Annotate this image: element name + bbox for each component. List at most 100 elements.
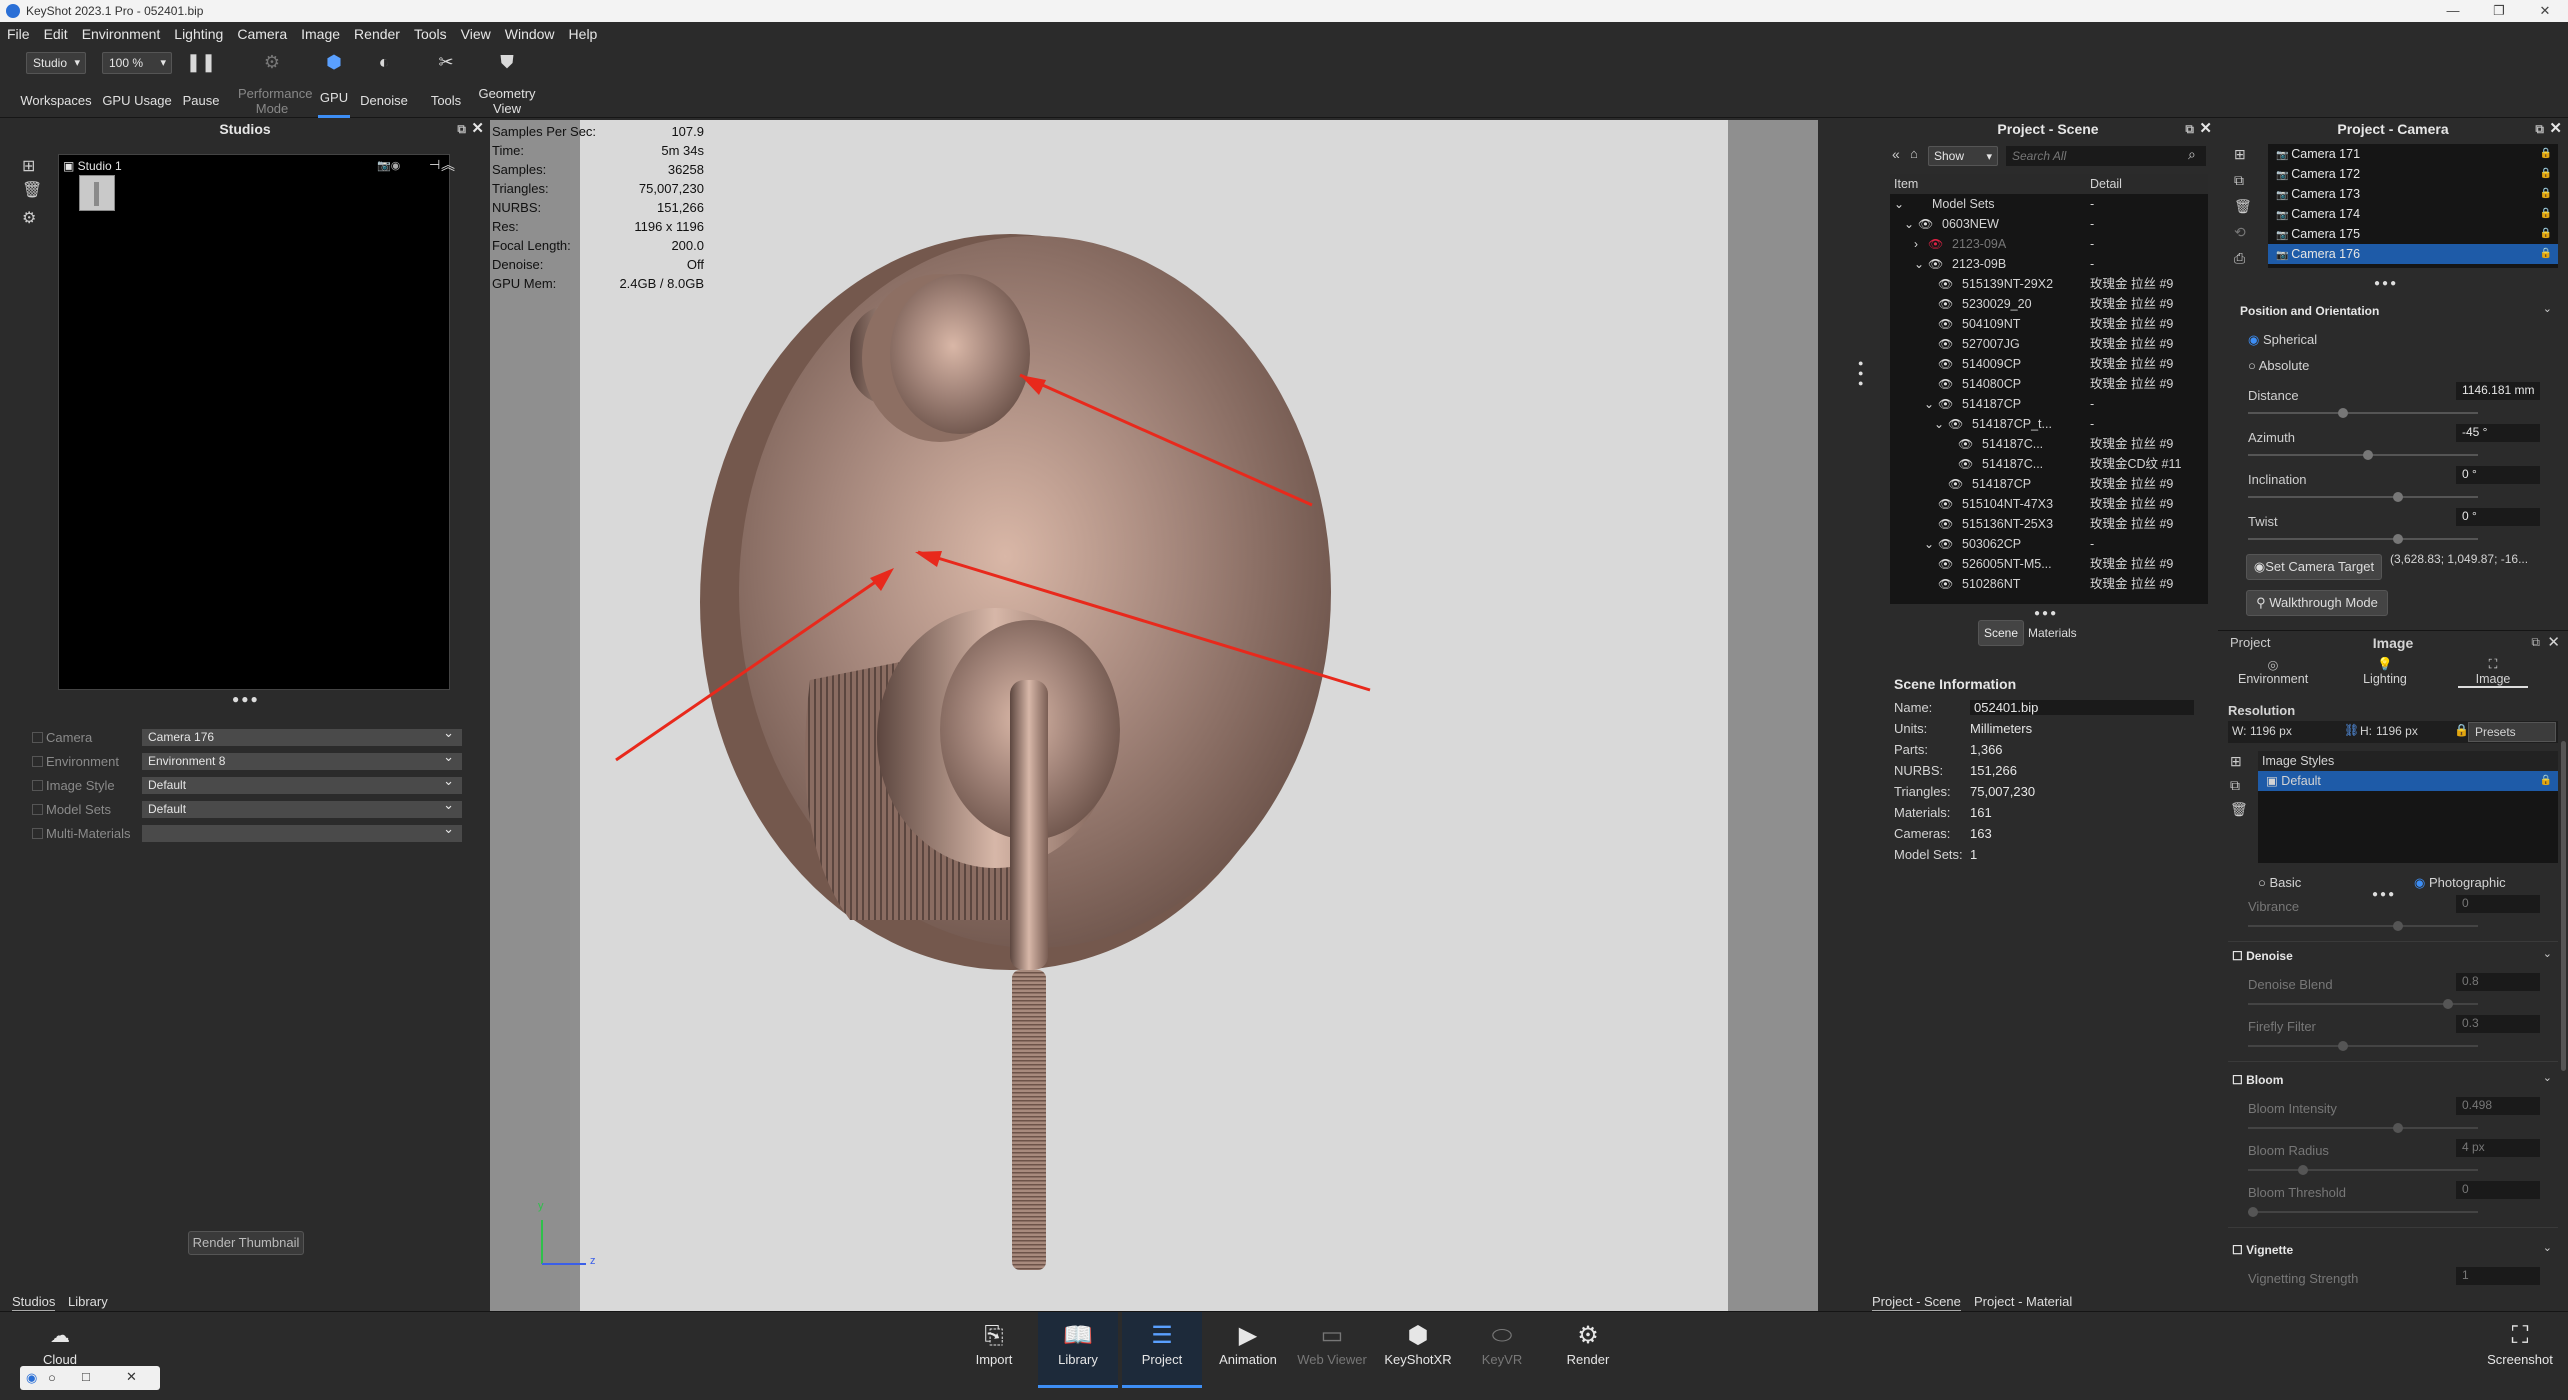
slider-handle[interactable] xyxy=(2393,1123,2403,1133)
visibility-eye-icon[interactable]: 👁 xyxy=(1938,334,1953,354)
bloom-radius-input[interactable]: 4 px xyxy=(2456,1139,2540,1157)
presets-select[interactable]: Presets xyxy=(2468,722,2556,742)
chevron-down-icon[interactable]: ⌄ xyxy=(2543,947,2552,960)
visibility-eye-icon[interactable]: 👁 xyxy=(1938,514,1953,534)
distance-slider[interactable] xyxy=(2248,408,2478,418)
maximize-button[interactable]: ❐ xyxy=(2476,3,2522,19)
lock-icon[interactable]: 🔒 xyxy=(2540,244,2552,264)
scene-tree-row[interactable]: 👁 514187C... 玫瑰金CD纹 #11 xyxy=(1890,454,2208,474)
keyshotxr-button[interactable]: ⬢ KeyShotXR xyxy=(1378,1320,1458,1367)
visibility-eye-icon[interactable]: 👁 xyxy=(1938,274,1953,294)
bloom-radius-slider[interactable] xyxy=(2248,1165,2478,1175)
scene-tree-row[interactable]: 👁 514080CP 玫瑰金 拉丝 #9 xyxy=(1890,374,2208,394)
scene-tree-row[interactable]: ⌄ 👁 503062CP - xyxy=(1890,534,2208,554)
menu-tools[interactable]: Tools xyxy=(407,26,454,42)
visibility-eye-icon[interactable]: 👁 xyxy=(1948,474,1963,494)
multi-materials-select[interactable] xyxy=(142,821,462,842)
scene-tree-row[interactable]: 👁 527007JG 玫瑰金 拉丝 #9 xyxy=(1890,334,2208,354)
minimize-button[interactable]: — xyxy=(2430,3,2476,19)
height-input[interactable]: 1196 px xyxy=(2376,724,2418,738)
lock-icon[interactable]: 🔒 xyxy=(2540,164,2552,184)
undock-icon[interactable]: ⧉ xyxy=(2185,118,2194,140)
bloom-section-header[interactable]: ☐ Bloom xyxy=(2232,1073,2283,1087)
restore-icon[interactable]: ○ xyxy=(48,1370,56,1385)
scene-tree-icon[interactable]: ⌂ xyxy=(1910,146,1918,161)
close-panel-icon[interactable]: ✕ xyxy=(2549,118,2562,140)
slider-handle[interactable] xyxy=(2298,1165,2308,1175)
inclination-slider[interactable] xyxy=(2248,492,2478,502)
inclination-input[interactable]: 0 ° xyxy=(2456,466,2540,484)
project-button[interactable]: ☰ Project xyxy=(1122,1312,1202,1388)
slider-handle[interactable] xyxy=(2363,450,2373,460)
bloom-threshold-input[interactable]: 0 xyxy=(2456,1181,2540,1199)
delete-style-icon[interactable]: 🗑 xyxy=(2230,801,2248,818)
denoise-button[interactable]: ◐ Denoise xyxy=(356,46,412,118)
scene-tree-row[interactable]: ⌄ Model Sets - xyxy=(1890,194,2208,214)
expand-chevron-icon[interactable]: ⌄ xyxy=(1924,394,1934,414)
firefly-filter-input[interactable]: 0.3 xyxy=(2456,1015,2540,1033)
expand-chevron-icon[interactable]: ⌄ xyxy=(1894,194,1904,214)
duplicate-style-icon[interactable]: ⧉ xyxy=(2230,777,2240,794)
visibility-eye-icon[interactable]: 👁 xyxy=(1938,374,1953,394)
expand-chevron-icon[interactable]: › xyxy=(1914,234,1918,254)
slider-handle[interactable] xyxy=(2393,492,2403,502)
slider-handle[interactable] xyxy=(2393,921,2403,931)
menu-environment[interactable]: Environment xyxy=(75,26,168,42)
add-camera-icon[interactable]: ⊞ xyxy=(2234,146,2246,163)
tab-materials[interactable]: Materials xyxy=(2028,626,2077,640)
slider-handle[interactable] xyxy=(2393,534,2403,544)
gpu-usage-select[interactable]: 100 % xyxy=(102,52,172,74)
scene-search-input[interactable]: Search All xyxy=(2006,146,2206,166)
studio-camera-icon[interactable]: 📷◉ xyxy=(377,159,400,172)
delete-camera-icon[interactable]: 🗑 xyxy=(2234,198,2252,215)
taskbar-preview[interactable]: ◉ ○ □ ✕ xyxy=(20,1366,160,1390)
collapse-all-icon[interactable]: « xyxy=(1892,146,1900,162)
search-icon[interactable]: ⌕ xyxy=(2188,146,2196,163)
visibility-eye-icon[interactable]: 👁 xyxy=(1938,574,1953,594)
menu-window[interactable]: Window xyxy=(498,26,562,42)
studio-item[interactable]: ▣ Studio 1 xyxy=(63,159,122,173)
link-icon[interactable]: ⛓ xyxy=(2344,723,2359,737)
denoise-section-header[interactable]: ☐ Denoise xyxy=(2232,949,2293,963)
spherical-radio[interactable]: ◉ Spherical xyxy=(2248,332,2317,348)
position-orientation-header[interactable]: Position and Orientation xyxy=(2240,304,2379,318)
visibility-eye-icon[interactable]: 👁 xyxy=(1958,454,1973,474)
add-style-icon[interactable]: ⊞ xyxy=(2230,753,2242,770)
library-button[interactable]: 📖 Library xyxy=(1038,1312,1118,1388)
denoise-blend-slider[interactable] xyxy=(2248,999,2478,1009)
camera-list-item[interactable]: 📷 Camera 175 🔒 xyxy=(2268,224,2558,244)
render-canvas[interactable]: y z Samples Per Sec: 107.9 Time: 5m 34s Samp… xyxy=(490,120,1818,1311)
render-button[interactable]: ⚙ Render xyxy=(1548,1320,1628,1367)
tab-scene[interactable]: Scene xyxy=(1978,620,2024,646)
expand-chevron-icon[interactable]: ⌄ xyxy=(1904,214,1914,234)
menu-image[interactable]: Image xyxy=(294,26,347,42)
reset-camera-icon[interactable]: ⟲ xyxy=(2234,224,2246,241)
tab-library[interactable]: Library xyxy=(68,1294,108,1312)
tab-lighting[interactable]: 💡 Lighting xyxy=(2350,657,2420,686)
lock-icon[interactable]: 🔒 xyxy=(2540,204,2552,224)
tab-studios[interactable]: Studios xyxy=(12,1294,56,1312)
panel-grip-icon[interactable]: ● ● ● xyxy=(1858,358,1863,388)
camera-list-item[interactable]: 📷 Camera 173 🔒 xyxy=(2268,184,2558,204)
close-panel-icon[interactable]: ✕ xyxy=(2547,633,2560,651)
render-viewport[interactable]: y z Samples Per Sec: 107.9 Time: 5m 34s Samp… xyxy=(490,118,1868,1311)
slider-handle[interactable] xyxy=(2338,408,2348,418)
performance-mode-button[interactable]: ⚙ Performance Mode xyxy=(228,46,316,118)
undock-icon[interactable]: ⧉ xyxy=(2531,635,2540,650)
lock-icon[interactable]: 🔒 xyxy=(2540,144,2552,164)
show-filter-select[interactable]: Show xyxy=(1928,146,1998,166)
delete-studio-icon[interactable]: 🗑 xyxy=(22,180,42,200)
slider-handle[interactable] xyxy=(2443,999,2453,1009)
camera-list-item[interactable]: 📷 Camera 171 🔒 xyxy=(2268,144,2558,164)
scene-tree-row[interactable]: 👁 526005NT-M5... 玫瑰金 拉丝 #9 xyxy=(1890,554,2208,574)
camera-list-item[interactable]: 📷 Camera 172 🔒 xyxy=(2268,164,2558,184)
azimuth-input[interactable]: -45 ° xyxy=(2456,424,2540,442)
twist-slider[interactable] xyxy=(2248,534,2478,544)
scene-tree-row[interactable]: 👁 504109NT 玫瑰金 拉丝 #9 xyxy=(1890,314,2208,334)
scene-tree-row[interactable]: 👁 515104NT-47X3 玫瑰金 拉丝 #9 xyxy=(1890,494,2208,514)
twist-input[interactable]: 0 ° xyxy=(2456,508,2540,526)
visibility-eye-icon[interactable]: 👁 xyxy=(1918,214,1933,234)
studio-thumbnail[interactable] xyxy=(79,175,115,211)
more-dots-icon[interactable]: ●●● xyxy=(2374,278,2398,289)
studio-settings-icon[interactable]: ⚙ xyxy=(22,208,36,228)
